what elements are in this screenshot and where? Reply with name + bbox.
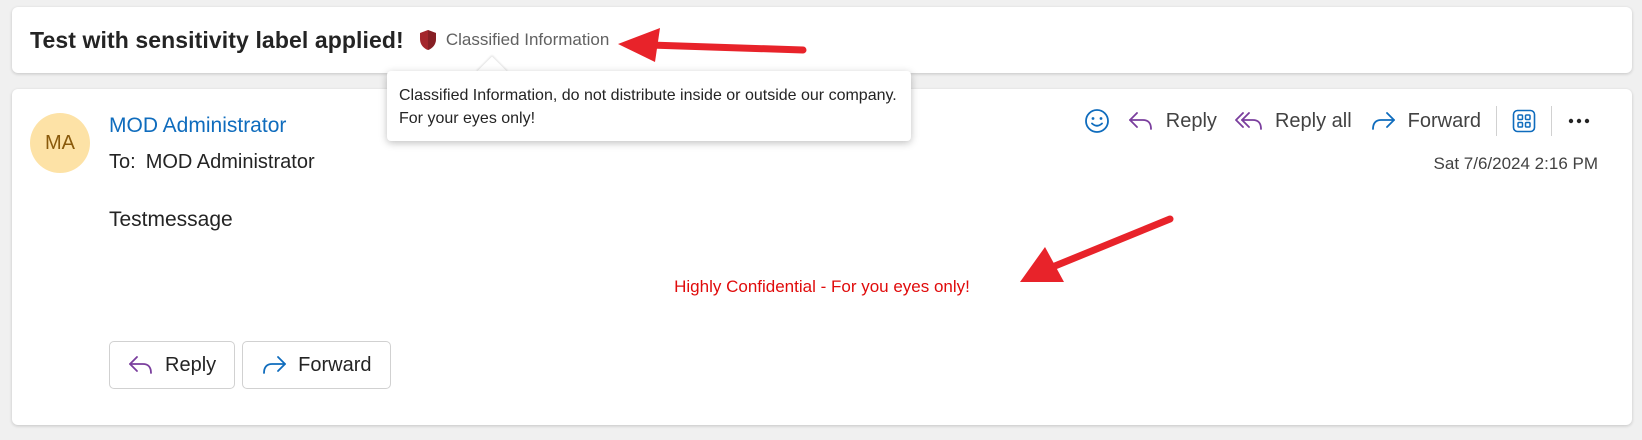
- bottom-forward-label: Forward: [298, 353, 372, 376]
- avatar[interactable]: MA: [30, 113, 90, 173]
- reply-all-label: Reply all: [1274, 109, 1352, 132]
- more-actions-button[interactable]: [1558, 101, 1600, 141]
- message-body: Testmessage: [109, 208, 233, 231]
- bottom-forward-button[interactable]: Forward: [242, 341, 391, 389]
- toolbar-divider: [1496, 106, 1497, 136]
- reply-icon: [129, 356, 152, 374]
- reply-all-icon: [1235, 112, 1262, 130]
- to-label: To:: [109, 151, 136, 173]
- apps-icon: [1512, 109, 1536, 133]
- reply-all-button[interactable]: Reply all: [1226, 101, 1361, 141]
- apps-button[interactable]: [1503, 101, 1545, 141]
- message-toolbar: Reply Reply all Forward: [1075, 101, 1600, 141]
- toolbar-divider: [1551, 106, 1552, 136]
- confidential-footer: Highly Confidential - For you eyes only!: [674, 277, 970, 296]
- forward-icon: [263, 356, 287, 374]
- sensitivity-label[interactable]: Classified Information: [418, 29, 609, 51]
- reply-button[interactable]: Reply: [1119, 101, 1226, 141]
- forward-label: Forward: [1407, 109, 1481, 132]
- more-icon: [1568, 118, 1590, 124]
- forward-icon: [1371, 112, 1395, 130]
- message-date: Sat 7/6/2024 2:16 PM: [1433, 154, 1598, 173]
- reply-label: Reply: [1165, 109, 1217, 132]
- tooltip-text: Classified Information, do not distribut…: [399, 87, 897, 127]
- forward-button[interactable]: Forward: [1361, 101, 1490, 141]
- emoji-reaction-button[interactable]: [1075, 101, 1119, 141]
- recipient-line: To: MOD Administrator: [109, 151, 315, 174]
- message-subject: Test with sensitivity label applied!: [30, 26, 404, 53]
- sensitivity-label-name: Classified Information: [445, 30, 610, 49]
- subject-header: Test with sensitivity label applied! Cla…: [12, 7, 1632, 73]
- recipient-name[interactable]: MOD Administrator: [146, 151, 315, 173]
- bottom-reply-label: Reply: [165, 353, 217, 376]
- bottom-reply-button[interactable]: Reply: [109, 341, 236, 389]
- bottom-actions: Reply Forward: [109, 341, 391, 389]
- sender-name[interactable]: MOD Administrator: [109, 114, 286, 138]
- smiley-icon: [1084, 109, 1109, 133]
- shield-icon: [419, 30, 436, 50]
- reply-icon: [1128, 112, 1152, 130]
- sensitivity-tooltip: Classified Information, do not distribut…: [387, 71, 911, 141]
